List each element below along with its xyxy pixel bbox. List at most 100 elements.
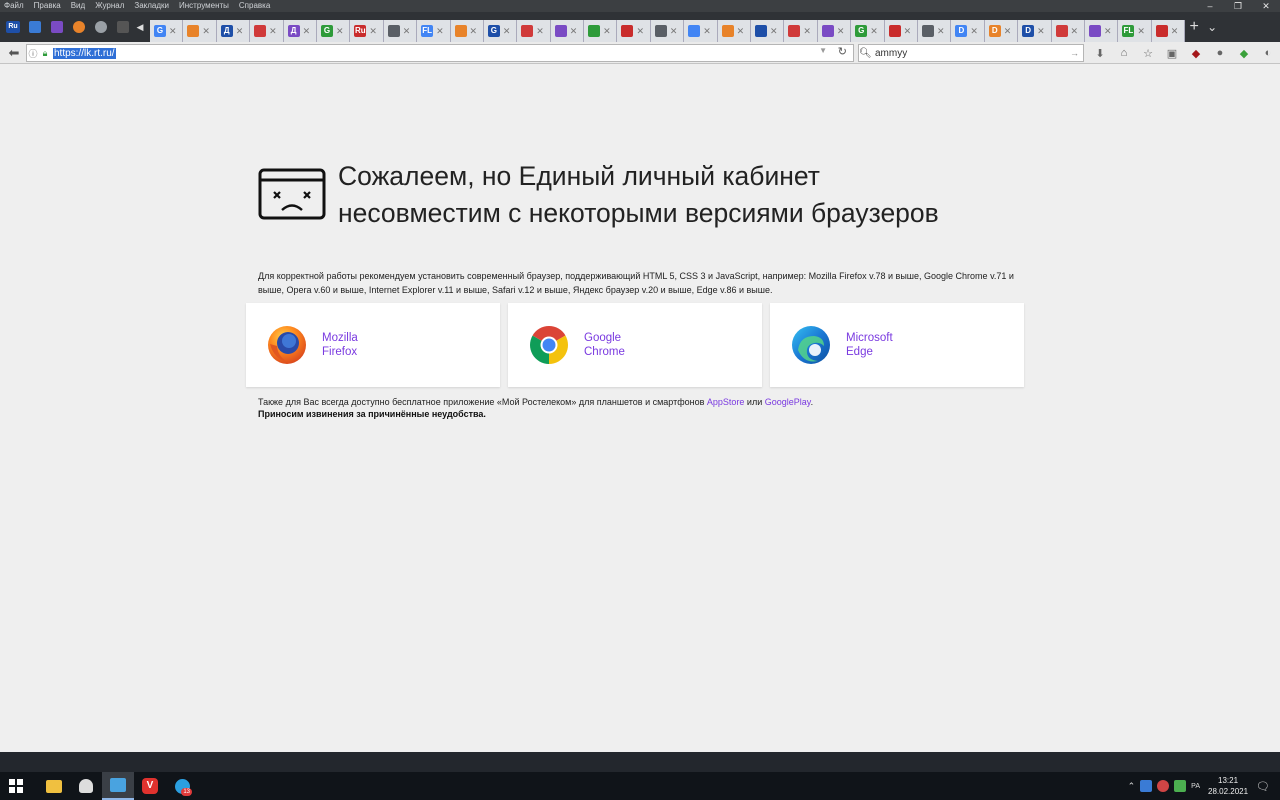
tray-network-icon[interactable] — [1174, 780, 1187, 792]
close-tab-icon[interactable]: ✕ — [970, 26, 978, 37]
menu-history[interactable]: Журнал — [95, 0, 124, 12]
tray-app-icon[interactable] — [1140, 780, 1153, 792]
browser-tab[interactable]: ✕ — [684, 20, 718, 42]
browser-tab[interactable]: D ✕ — [951, 20, 985, 42]
close-tab-icon[interactable]: ✕ — [369, 26, 377, 37]
tray-antivirus-icon[interactable] — [1157, 780, 1170, 792]
arrow-right-icon[interactable]: → — [1070, 48, 1079, 58]
notification-icon[interactable]: 🗨︎ — [1256, 780, 1270, 793]
pinned-tab[interactable] — [24, 12, 46, 42]
pinned-tab[interactable] — [90, 12, 112, 42]
edge-card[interactable]: Microsoft Edge — [770, 303, 1024, 387]
close-tab-icon[interactable]: ✕ — [636, 26, 644, 37]
browser-tab[interactable]: Ru ✕ — [350, 20, 384, 42]
star-icon[interactable]: ☆ — [1138, 47, 1158, 60]
tab-scroll-left-button[interactable]: ◀ — [134, 12, 146, 42]
browser-tab[interactable]: ✕ — [784, 20, 818, 42]
search-bar[interactable]: 🔍︎ ammyy → — [858, 44, 1084, 62]
close-tab-icon[interactable]: ✕ — [770, 26, 778, 37]
browser-tab[interactable]: ✕ — [884, 20, 918, 42]
close-tab-icon[interactable]: ✕ — [303, 26, 311, 37]
new-tab-button[interactable]: + — [1185, 12, 1203, 42]
browser-tab[interactable]: FL ✕ — [417, 20, 451, 42]
close-tab-icon[interactable]: ✕ — [904, 26, 912, 37]
close-tab-icon[interactable]: ✕ — [503, 26, 511, 37]
close-tab-icon[interactable]: ✕ — [1104, 26, 1112, 37]
close-tab-icon[interactable]: ✕ — [202, 26, 210, 37]
close-tab-icon[interactable]: ✕ — [570, 26, 578, 37]
close-tab-icon[interactable]: ✕ — [403, 26, 411, 37]
screenshot-icon[interactable]: ▣ — [1162, 47, 1182, 60]
tray-expand-icon[interactable]: ⌃ — [1128, 781, 1136, 792]
pinned-tab[interactable] — [68, 12, 90, 42]
browser-tab[interactable]: Д ✕ — [283, 20, 317, 42]
taskbar-app-telegram[interactable]: 13 — [166, 772, 198, 800]
chevron-down-icon[interactable]: ▼ — [819, 46, 827, 55]
browser-tab[interactable]: FL ✕ — [1118, 20, 1152, 42]
close-tab-icon[interactable]: ✕ — [603, 26, 611, 37]
appstore-link[interactable]: AppStore — [707, 397, 745, 407]
taskbar-app-fox[interactable] — [70, 772, 102, 800]
browser-tab[interactable]: D ✕ — [1018, 20, 1052, 42]
close-tab-icon[interactable]: ✕ — [436, 26, 444, 37]
browser-tab[interactable]: G ✕ — [851, 20, 885, 42]
menu-help[interactable]: Справка — [239, 0, 270, 12]
pinned-tab[interactable] — [46, 12, 68, 42]
googleplay-link[interactable]: GooglePlay — [765, 397, 811, 407]
browser-tab[interactable]: ✕ — [1151, 20, 1186, 42]
menu-tools[interactable]: Инструменты — [179, 0, 229, 12]
sync-icon[interactable]: ● — [1210, 47, 1230, 59]
tab-menu-button[interactable]: ⌄ — [1203, 12, 1221, 42]
browser-tab[interactable]: G ✕ — [316, 20, 351, 42]
browser-tab[interactable]: ✕ — [383, 20, 418, 42]
chrome-card[interactable]: Google Chrome — [508, 303, 762, 387]
home-icon[interactable]: ⌂ — [1114, 47, 1134, 59]
close-tab-icon[interactable]: ✕ — [670, 26, 678, 37]
taskbar-app-vivaldi[interactable]: V — [134, 772, 166, 800]
addon-icon[interactable]: ◆ — [1234, 47, 1254, 60]
firefox-card[interactable]: Mozilla Firefox — [246, 303, 500, 387]
browser-tab[interactable]: G ✕ — [150, 20, 184, 42]
close-tab-icon[interactable]: ✕ — [703, 26, 711, 37]
menu-file[interactable]: Файл — [4, 0, 24, 12]
browser-tab[interactable]: ✕ — [817, 20, 852, 42]
browser-tab[interactable]: ✕ — [183, 20, 217, 42]
browser-tab[interactable]: ✕ — [1051, 20, 1085, 42]
close-tab-icon[interactable]: ✕ — [470, 26, 478, 37]
close-tab-icon[interactable]: ✕ — [737, 26, 745, 37]
close-tab-icon[interactable]: ✕ — [803, 26, 811, 37]
back-button[interactable]: ⬅ — [4, 43, 24, 63]
browser-tab[interactable]: ✕ — [584, 20, 618, 42]
menu-bookmarks[interactable]: Закладки — [134, 0, 169, 12]
close-tab-icon[interactable]: ✕ — [870, 26, 878, 37]
close-window-button[interactable]: ✕ — [1252, 0, 1280, 12]
menu-view[interactable]: Вид — [71, 0, 85, 12]
tray-language[interactable]: РА — [1191, 783, 1200, 790]
browser-tab[interactable]: D ✕ — [984, 20, 1019, 42]
close-tab-icon[interactable]: ✕ — [837, 26, 845, 37]
browser-tab[interactable]: ✕ — [450, 20, 484, 42]
browser-tab[interactable]: Д ✕ — [216, 20, 251, 42]
taskbar-app-paint[interactable] — [102, 772, 134, 800]
close-tab-icon[interactable]: ✕ — [269, 26, 277, 37]
browser-tab[interactable]: ✕ — [717, 20, 752, 42]
browser-tab[interactable]: ✕ — [517, 20, 551, 42]
close-tab-icon[interactable]: ✕ — [1037, 26, 1045, 37]
close-tab-icon[interactable]: ✕ — [1004, 26, 1012, 37]
close-tab-icon[interactable]: ✕ — [1171, 26, 1179, 37]
close-tab-icon[interactable]: ✕ — [236, 26, 244, 37]
reload-icon[interactable]: ↻ — [838, 45, 847, 58]
browser-tab[interactable]: ✕ — [650, 20, 685, 42]
address-bar[interactable]: ⓘ 🔒︎ https://lk.rt.ru/ ▼ ↻ — [26, 44, 854, 62]
ublock-icon[interactable]: ◆ — [1186, 47, 1206, 60]
browser-tab[interactable]: ✕ — [751, 20, 785, 42]
close-tab-icon[interactable]: ✕ — [169, 26, 177, 37]
download-icon[interactable]: ⬇ — [1090, 47, 1110, 60]
search-input[interactable]: ammyy — [875, 48, 907, 59]
clock[interactable]: 13:21 28.02.2021 — [1205, 775, 1251, 797]
browser-tab[interactable]: G ✕ — [483, 20, 518, 42]
close-tab-icon[interactable]: ✕ — [536, 26, 544, 37]
browser-tab[interactable]: ✕ — [917, 20, 952, 42]
close-tab-icon[interactable]: ✕ — [336, 26, 344, 37]
url-text[interactable]: https://lk.rt.ru/ — [53, 47, 116, 59]
